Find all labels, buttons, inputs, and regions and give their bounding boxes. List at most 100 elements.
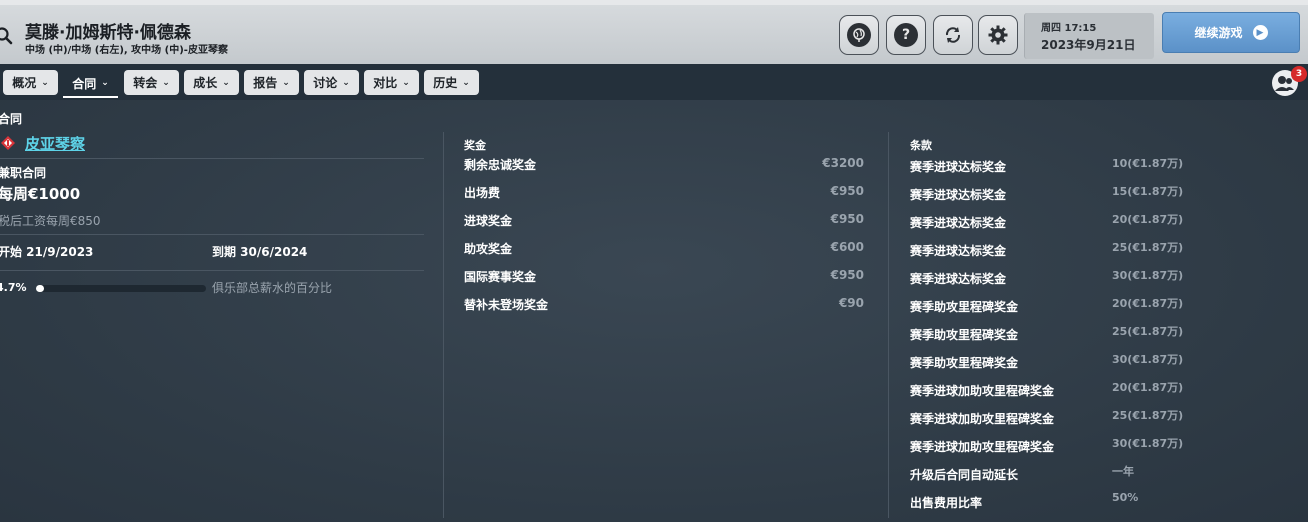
- bonus-label: 替补未登场奖金: [464, 298, 549, 312]
- clause-label: 赛季进球加助攻里程碑奖金: [910, 384, 1055, 398]
- clause-label: 赛季进球达标奖金: [910, 272, 1007, 286]
- chevron-down-icon: ⌄: [282, 77, 290, 88]
- tab-reports[interactable]: 报告 ⌄: [244, 70, 299, 95]
- clause-row: 出售费用比率 50%: [910, 491, 1290, 514]
- search-icon[interactable]: [0, 26, 14, 46]
- notification-badge: 3: [1291, 66, 1307, 82]
- settings-button[interactable]: [978, 15, 1018, 55]
- clause-label: 出售费用比率: [910, 496, 983, 510]
- clause-label: 赛季进球达标奖金: [910, 244, 1007, 258]
- clause-label: 赛季进球达标奖金: [910, 188, 1007, 202]
- bonus-value: €3200: [822, 156, 864, 170]
- chevron-down-icon: ⌄: [462, 77, 470, 88]
- bonus-label: 助攻奖金: [464, 242, 513, 256]
- tab-transfer[interactable]: 转会 ⌄: [124, 70, 179, 95]
- chevron-down-icon: ⌄: [402, 77, 410, 88]
- globe-button[interactable]: [839, 15, 879, 55]
- clause-label: 赛季进球加助攻里程碑奖金: [910, 440, 1055, 454]
- clause-label: 升级后合同自动延长: [910, 468, 1019, 482]
- tab-discuss[interactable]: 讨论 ⌄: [304, 70, 359, 95]
- tab-label: 历史: [433, 76, 458, 90]
- wage-share-label: 俱乐部总薪水的百分比: [212, 281, 333, 295]
- club-name-link[interactable]: 皮亚琴察: [25, 133, 85, 154]
- tab-label: 合同: [72, 76, 97, 91]
- clause-row: 赛季进球达标奖金 15(€1.87万): [910, 185, 1290, 206]
- contract-start: 开始 21/9/2023: [0, 245, 94, 259]
- clause-row: 赛季助攻里程碑奖金 30(€1.87万): [910, 353, 1290, 374]
- bonus-value: €950: [830, 184, 864, 198]
- clauses-title: 条款: [910, 139, 932, 152]
- clause-label: 赛季进球加助攻里程碑奖金: [910, 412, 1055, 426]
- clause-row: 赛季助攻里程碑奖金 25(€1.87万): [910, 325, 1290, 346]
- tab-compare[interactable]: 对比 ⌄: [364, 70, 419, 95]
- gear-icon: [988, 25, 1008, 45]
- tab-label: 转会: [133, 76, 158, 90]
- chevron-down-icon: ⌄: [162, 77, 170, 88]
- bonus-label: 剩余忠诚奖金: [464, 158, 537, 172]
- tab-overview[interactable]: 概况 ⌄: [3, 70, 58, 95]
- divider: [0, 270, 424, 271]
- bonus-row: 剩余忠诚奖金 €3200: [464, 156, 864, 176]
- contract-expiry: 到期 30/6/2024: [212, 245, 308, 259]
- main-panel: 合同 皮亚琴察 兼职合同 每周€1000 税后工资每周€850 开始 21/9/…: [0, 100, 1308, 522]
- clause-row: 赛季进球达标奖金 25(€1.87万): [910, 241, 1290, 262]
- clause-value: 25(€1.87万): [1112, 241, 1184, 254]
- tab-history[interactable]: 历史 ⌄: [424, 70, 479, 95]
- clause-value: 25(€1.87万): [1112, 325, 1184, 338]
- clause-value: 50%: [1112, 491, 1139, 504]
- chevron-down-icon: ⌄: [41, 77, 49, 88]
- clause-value: 20(€1.87万): [1112, 213, 1184, 226]
- clause-label: 赛季进球达标奖金: [910, 160, 1007, 174]
- clause-value: 15(€1.87万): [1112, 185, 1184, 198]
- help-icon: ?: [894, 23, 918, 47]
- clause-row: 赛季进球达标奖金 20(€1.87万): [910, 213, 1290, 234]
- clause-label: 赛季助攻里程碑奖金: [910, 300, 1019, 314]
- clause-row: 赛季进球达标奖金 30(€1.87万): [910, 269, 1290, 290]
- bonus-row: 替补未登场奖金 €90: [464, 296, 864, 316]
- date-day: 周四 17:15: [1041, 23, 1097, 34]
- chevron-down-icon: ⌄: [222, 77, 230, 88]
- player-name: 莫滕·加姆斯特·佩德森: [25, 23, 191, 43]
- nav-bar: 概况 ⌄ 合同 ⌄ 转会 ⌄ 成长 ⌄ 报告 ⌄ 讨论 ⌄ 对比 ⌄ 历史 ⌄: [0, 64, 1308, 100]
- refresh-icon: [945, 27, 961, 43]
- wage-share-bar: [36, 285, 206, 292]
- bonus-label: 进球奖金: [464, 214, 513, 228]
- continue-label: 继续游戏: [1194, 26, 1243, 40]
- chevron-down-icon: ⌄: [342, 77, 350, 88]
- arrow-right-icon: ▶: [1252, 25, 1268, 40]
- tab-development[interactable]: 成长 ⌄: [184, 70, 239, 95]
- tab-label: 概况: [12, 76, 37, 90]
- clause-value: 25(€1.87万): [1112, 409, 1184, 422]
- bonus-value: €600: [830, 240, 864, 254]
- bonuses-title: 奖金: [464, 139, 486, 152]
- column-divider: [443, 132, 444, 518]
- bonus-label: 国际赛事奖金: [464, 270, 537, 284]
- clause-row: 赛季进球加助攻里程碑奖金 20(€1.87万): [910, 381, 1290, 402]
- date-display[interactable]: 周四 17:15 2023年9月21日: [1024, 13, 1154, 59]
- clause-row: 赛季进球加助攻里程碑奖金 25(€1.87万): [910, 409, 1290, 430]
- chevron-down-icon: ⌄: [101, 78, 109, 88]
- bonus-label: 出场费: [464, 186, 501, 200]
- clause-value: 20(€1.87万): [1112, 381, 1184, 394]
- continue-game-button[interactable]: 继续游戏 ▶: [1162, 12, 1300, 53]
- clause-value: 20(€1.87万): [1112, 297, 1184, 310]
- refresh-button[interactable]: [933, 15, 973, 55]
- weekly-wage: 每周€1000: [0, 185, 81, 203]
- bonus-row: 助攻奖金 €600: [464, 240, 864, 260]
- player-positions: 中场 (中)/中场 (右左), 攻中场 (中)-皮亚琴察: [25, 45, 228, 56]
- help-button[interactable]: ?: [886, 15, 926, 55]
- tab-contract[interactable]: 合同 ⌄: [63, 70, 118, 98]
- contract-type: 兼职合同: [0, 166, 47, 180]
- wage-share-percent: 4.7%: [0, 281, 27, 294]
- bonus-value: €950: [830, 212, 864, 226]
- divider: [0, 158, 424, 159]
- contract-section-title: 合同: [0, 112, 23, 126]
- bonus-row: 国际赛事奖金 €950: [464, 268, 864, 288]
- tab-label: 对比: [373, 76, 398, 90]
- tab-label: 报告: [253, 76, 278, 90]
- after-tax-wage: 税后工资每周€850: [0, 214, 101, 228]
- clause-row: 赛季助攻里程碑奖金 20(€1.87万): [910, 297, 1290, 318]
- clause-value: 30(€1.87万): [1112, 353, 1184, 366]
- clause-row: 赛季进球加助攻里程碑奖金 30(€1.87万): [910, 437, 1290, 458]
- globe-icon: [847, 23, 871, 47]
